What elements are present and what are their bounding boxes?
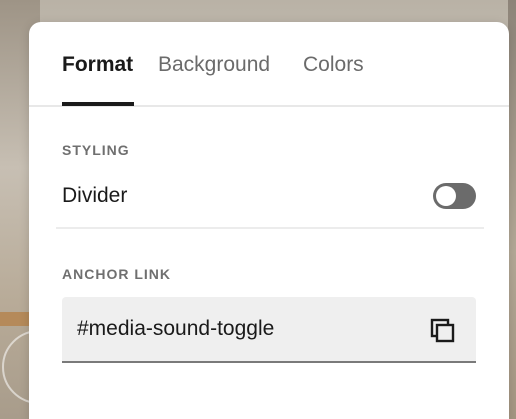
- tab-bar: Format Background Colors: [29, 22, 509, 107]
- styling-section-label: STYLING: [62, 142, 130, 158]
- anchor-link-field[interactable]: #media-sound-toggle: [62, 297, 476, 363]
- tab-format[interactable]: Format: [62, 53, 133, 77]
- tab-background[interactable]: Background: [158, 53, 270, 77]
- section-divider: [56, 227, 484, 229]
- toggle-knob: [436, 186, 456, 206]
- background-photo-right: [508, 0, 516, 419]
- section-settings-panel: Format Background Colors STYLING Divider…: [29, 22, 509, 419]
- divider-label: Divider: [62, 184, 128, 207]
- anchor-link-section-label: ANCHOR LINK: [62, 266, 171, 282]
- divider-toggle[interactable]: [433, 183, 476, 209]
- copy-icon[interactable]: [429, 317, 457, 345]
- tab-colors[interactable]: Colors: [303, 53, 364, 77]
- active-tab-indicator: [62, 102, 134, 106]
- anchor-link-value[interactable]: #media-sound-toggle: [77, 317, 274, 341]
